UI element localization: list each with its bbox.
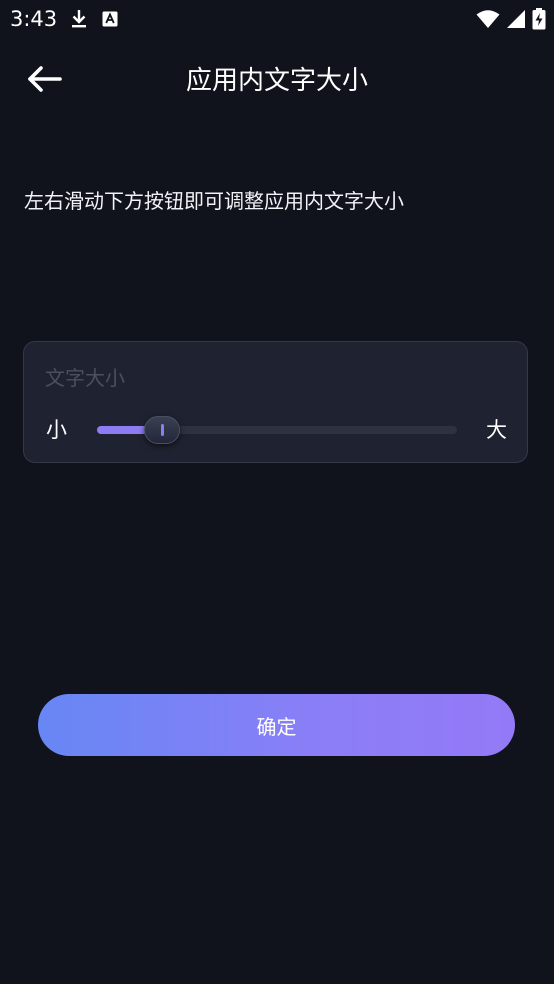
confirm-button[interactable]: 确定 — [38, 694, 515, 756]
font-size-slider[interactable] — [97, 416, 457, 444]
max-size-label: 大 — [486, 418, 507, 442]
wifi-icon — [476, 9, 500, 33]
font-size-card: 文字大小 小 大 — [23, 341, 528, 463]
status-right-icons — [476, 8, 546, 34]
status-left-icons — [70, 9, 118, 33]
a-box-icon — [102, 11, 118, 31]
status-bar: 3:43 — [0, 0, 554, 38]
slider-thumb[interactable] — [143, 416, 180, 444]
instruction-text: 左右滑动下方按钮即可调整应用内文字大小 — [24, 189, 404, 213]
font-size-label: 文字大小 — [45, 366, 125, 390]
status-time: 3:43 — [10, 7, 58, 31]
slider-grip-icon — [160, 424, 164, 436]
signal-icon — [506, 9, 526, 33]
min-size-label: 小 — [46, 418, 67, 442]
download-icon — [70, 9, 88, 33]
app-bar: 应用内文字大小 — [0, 50, 554, 112]
battery-charging-icon — [532, 8, 546, 34]
page-title: 应用内文字大小 — [185, 66, 368, 96]
